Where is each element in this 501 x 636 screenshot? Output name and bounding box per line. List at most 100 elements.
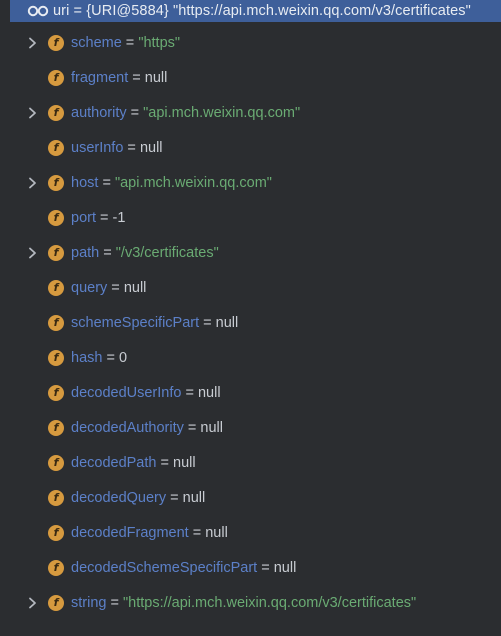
- field-row-scheme-specific-part[interactable]: f schemeSpecificPart = null: [0, 306, 501, 341]
- equals-sign: =: [121, 35, 139, 51]
- watch-glasses-icon: [27, 4, 49, 18]
- field-icon: f: [48, 105, 64, 121]
- field-icon: f: [48, 420, 64, 436]
- field-value: "https://api.mch.weixin.qq.com/v3/certif…: [123, 595, 417, 611]
- field-icon: f: [48, 525, 64, 541]
- field-icon: f: [48, 315, 64, 331]
- equals-sign: =: [98, 175, 115, 191]
- field-row-string[interactable]: f string = "https://api.mch.weixin.qq.com…: [0, 586, 501, 621]
- chevron-right-icon[interactable]: [27, 37, 39, 49]
- field-text: schemeSpecificPart = null: [71, 306, 238, 341]
- field-value: "api.mch.weixin.qq.com": [143, 105, 301, 121]
- field-text: string = "https://api.mch.weixin.qq.com/…: [71, 586, 416, 621]
- field-row-port[interactable]: f port = -1: [0, 201, 501, 236]
- equals-sign: =: [128, 70, 145, 86]
- field-icon: f: [48, 490, 64, 506]
- root-variable-row[interactable]: uri = {URI@5884} "https://api.mch.weixin…: [10, 0, 501, 22]
- equals-sign: =: [96, 210, 113, 226]
- field-value: null: [215, 315, 239, 331]
- field-text: port = -1: [71, 201, 125, 236]
- field-row-path[interactable]: f path = "/v3/certificates": [0, 236, 501, 271]
- field-row-authority[interactable]: f authority = "api.mch.weixin.qq.com": [0, 96, 501, 131]
- field-icon: f: [48, 175, 64, 191]
- field-text: decodedSchemeSpecificPart = null: [71, 551, 296, 586]
- field-row-scheme[interactable]: f scheme = "https": [0, 26, 501, 61]
- field-row-decoded-authority[interactable]: f decodedAuthority = null: [0, 411, 501, 446]
- chevron-right-icon[interactable]: [27, 107, 39, 119]
- field-row-decoded-scheme-specific-part[interactable]: f decodedSchemeSpecificPart = null: [0, 551, 501, 586]
- field-row-query[interactable]: f query = null: [0, 271, 501, 306]
- field-value: null: [182, 490, 206, 506]
- root-variable-label: uri = {URI@5884} "https://api.mch.weixin…: [53, 3, 471, 19]
- field-icon: f: [48, 595, 64, 611]
- equals-sign: =: [257, 560, 274, 576]
- field-text: decodedFragment = null: [71, 516, 228, 551]
- field-name: decodedPath: [71, 455, 157, 471]
- field-text: fragment = null: [71, 61, 167, 96]
- field-name: path: [71, 245, 100, 261]
- field-name: fragment: [71, 70, 129, 86]
- field-value: null: [139, 140, 163, 156]
- field-text: decodedAuthority = null: [71, 411, 223, 446]
- field-icon: f: [48, 70, 64, 86]
- field-icon: f: [48, 455, 64, 471]
- field-text: hash = 0: [71, 341, 127, 376]
- field-value: null: [273, 560, 297, 576]
- field-name: query: [71, 280, 108, 296]
- field-value: "api.mch.weixin.qq.com": [114, 175, 272, 191]
- field-name: schemeSpecificPart: [71, 315, 200, 331]
- field-value: null: [173, 455, 196, 471]
- chevron-right-icon[interactable]: [27, 177, 39, 189]
- debugger-variables-tree: uri = {URI@5884} "https://api.mch.weixin…: [0, 0, 501, 636]
- field-icon: f: [48, 350, 64, 366]
- equals-sign: =: [166, 490, 183, 506]
- equals-sign: =: [199, 315, 216, 331]
- equals-sign: =: [99, 245, 116, 261]
- field-name: userInfo: [71, 140, 124, 156]
- field-value: null: [144, 70, 168, 86]
- field-name: decodedSchemeSpecificPart: [71, 560, 258, 576]
- field-row-fragment[interactable]: f fragment = null: [0, 61, 501, 96]
- field-row-user-info[interactable]: f userInfo = null: [0, 131, 501, 166]
- field-value: 0: [118, 350, 128, 366]
- field-name: hash: [71, 350, 103, 366]
- equals-sign: =: [106, 595, 123, 611]
- field-icon: f: [48, 35, 64, 51]
- field-icon: f: [48, 140, 64, 156]
- field-row-hash[interactable]: f hash = 0: [0, 341, 501, 376]
- field-text: decodedPath = null: [71, 446, 196, 481]
- equals-sign: =: [107, 280, 124, 296]
- field-name: decodedQuery: [71, 490, 167, 506]
- field-value: null: [197, 385, 221, 401]
- chevron-right-icon[interactable]: [27, 247, 39, 259]
- field-text: userInfo = null: [71, 131, 163, 166]
- equals-sign: =: [102, 350, 119, 366]
- field-name: decodedAuthority: [71, 420, 184, 436]
- field-value: -1: [112, 210, 126, 226]
- field-text: authority = "api.mch.weixin.qq.com": [71, 96, 300, 131]
- field-name: string: [71, 595, 107, 611]
- equals-sign: =: [188, 525, 206, 541]
- field-name: scheme: [71, 35, 122, 51]
- field-name: port: [71, 210, 96, 226]
- equals-sign: =: [181, 385, 198, 401]
- field-value: null: [200, 420, 223, 436]
- field-row-decoded-fragment[interactable]: f decodedFragment = null: [0, 516, 501, 551]
- equals-sign: =: [126, 105, 144, 121]
- field-name: host: [71, 175, 99, 191]
- field-icon: f: [48, 280, 64, 296]
- equals-sign: =: [156, 455, 173, 471]
- field-name: decodedFragment: [71, 525, 189, 541]
- field-row-host[interactable]: f host = "api.mch.weixin.qq.com": [0, 166, 501, 201]
- field-text: path = "/v3/certificates": [71, 236, 219, 271]
- field-text: scheme = "https": [71, 26, 180, 61]
- field-value: "/v3/certificates": [115, 245, 219, 261]
- chevron-right-icon[interactable]: [27, 597, 39, 609]
- field-text: decodedQuery = null: [71, 481, 205, 516]
- field-name: authority: [71, 105, 127, 121]
- field-value: null: [205, 525, 228, 541]
- field-icon: f: [48, 560, 64, 576]
- field-row-decoded-user-info[interactable]: f decodedUserInfo = null: [0, 376, 501, 411]
- field-row-decoded-path[interactable]: f decodedPath = null: [0, 446, 501, 481]
- field-row-decoded-query[interactable]: f decodedQuery = null: [0, 481, 501, 516]
